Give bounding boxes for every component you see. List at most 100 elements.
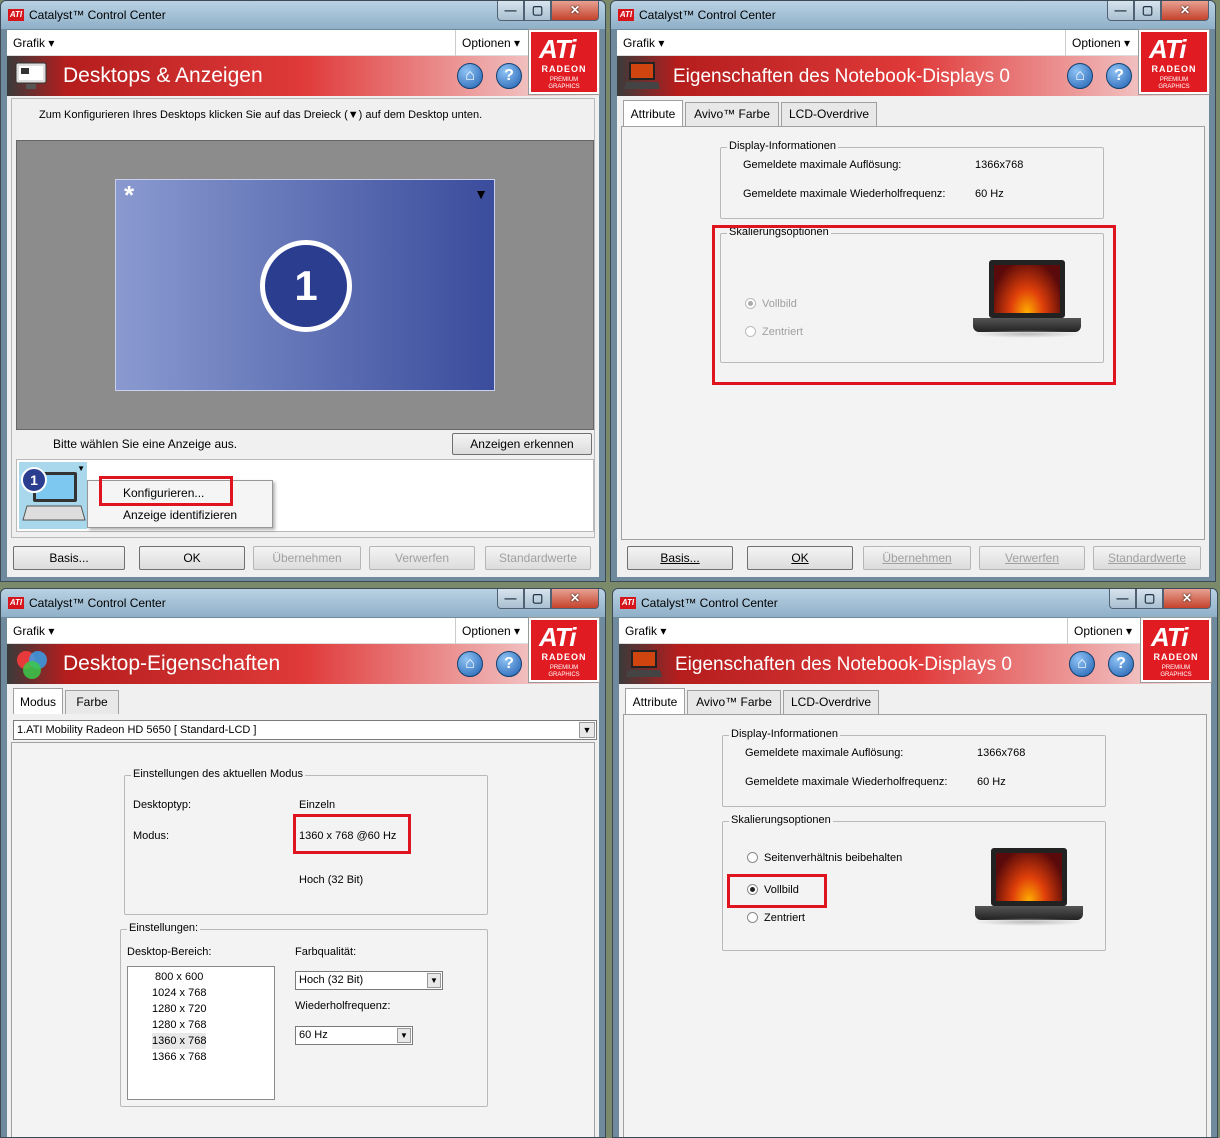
chevron-down-icon[interactable]: ▼ [427,973,441,988]
help-icon[interactable]: ? [496,651,522,677]
menu-optionen[interactable]: Optionen ▾ [1072,36,1130,50]
title-bar[interactable]: ATI Catalyst™ Control Center — ▢ ✕ [613,589,1217,617]
close-button[interactable]: ✕ [551,589,599,609]
ati-small-icon: ATI [620,597,636,609]
apply-button[interactable]: Übernehmen [863,546,971,570]
maximize-button[interactable]: ▢ [524,589,551,609]
basis-button[interactable]: Basis... [627,546,733,570]
tab-modus[interactable]: Modus [13,688,63,714]
defaults-button[interactable]: Standardwerte [1093,546,1201,570]
desktop-1[interactable]: * ▼ 1 [115,179,495,391]
page-title: Eigenschaften des Notebook-Displays 0 [675,654,1012,675]
tab-panel: Einstellungen des aktuellen Modus Deskto… [11,742,595,1137]
close-button[interactable]: ✕ [1161,1,1209,21]
desktop-type-label: Desktoptyp: [133,799,192,811]
minimize-button[interactable]: — [497,1,524,21]
thumb-dropdown-icon[interactable]: ▼ [77,464,85,473]
list-item[interactable]: 1366 x 768 [152,1049,206,1065]
ati-small-icon: ATI [618,9,634,21]
menu-grafik[interactable]: Grafik ▾ [623,36,664,50]
maximize-button[interactable]: ▢ [524,1,551,21]
adapter-select[interactable]: 1.ATI Mobility Radeon HD 5650 [ Standard… [13,720,597,740]
display-info-group: Display-Informationen Gemeldete maximale… [722,728,1106,807]
desktop-type-value: Einzeln [299,799,336,811]
max-refresh-value: 60 Hz [975,188,1004,200]
detect-displays-button[interactable]: Anzeigen erkennen [452,433,592,455]
mode-label: Modus: [133,830,170,842]
ati-radeon-logo: ATi RADEON PREMIUM GRAPHICS [1139,30,1209,94]
tab-attribute[interactable]: Attribute [625,688,685,714]
ok-button[interactable]: OK [139,546,245,570]
radio-seitenverhaeltnis[interactable] [747,852,758,863]
help-icon[interactable]: ? [496,63,522,89]
minimize-button[interactable]: — [1109,589,1136,609]
primary-star: * [124,180,135,210]
menu-grafik[interactable]: Grafik ▾ [13,624,54,638]
minimize-button[interactable]: — [497,589,524,609]
basis-button[interactable]: Basis... [13,546,125,570]
list-item[interactable]: 1280 x 768 [152,1017,206,1033]
window-notebook-display-1: ATI Catalyst™ Control Center — ▢ ✕ Grafi… [610,0,1216,582]
discard-button[interactable]: Verwerfen [979,546,1085,570]
menu-bar: Grafik ▾ Optionen ▾ [619,618,1211,644]
chevron-down-icon[interactable]: ▼ [579,722,595,738]
list-item[interactable]: 1280 x 720 [152,1001,206,1017]
settings-group: Einstellungen: Desktop-Bereich: 800 x 60… [120,922,488,1107]
close-button[interactable]: ✕ [551,1,599,21]
desktop-dropdown-triangle-icon[interactable]: ▼ [474,186,488,202]
radio-zentriert[interactable] [747,912,758,923]
list-item[interactable]: 800 x 600 [152,969,206,985]
highlight-box [293,814,411,854]
menu-optionen[interactable]: Optionen ▾ [1074,624,1132,638]
tab-attribute[interactable]: Attribute [623,100,683,126]
list-item[interactable]: 1024 x 768 [152,985,206,1001]
menu-grafik[interactable]: Grafik ▾ [625,624,666,638]
button-bar: Basis... OK Übernehmen Verwerfen Standar… [617,544,1209,577]
color-depth-value: Hoch (32 Bit) [299,874,364,886]
tab-lcd-overdrive[interactable]: LCD-Overdrive [781,102,877,126]
discard-button[interactable]: Verwerfen [369,546,475,570]
tab-farbe[interactable]: Farbe [65,690,119,714]
apply-button[interactable]: Übernehmen [253,546,361,570]
title-bar[interactable]: ATI Catalyst™ Control Center — ▢ ✕ [1,589,605,617]
ati-small-icon: ATI [8,597,24,609]
home-icon[interactable]: ⌂ [457,651,483,677]
resolution-list[interactable]: 800 x 600 1024 x 768 1280 x 720 1280 x 768 1… [127,966,275,1100]
home-icon[interactable]: ⌂ [457,63,483,89]
thumb-number-badge: 1 [21,467,47,493]
tab-avivo-farbe[interactable]: Avivo™ Farbe [685,102,779,126]
group-legend: Display-Informationen [729,728,840,740]
maximize-button[interactable]: ▢ [1134,1,1161,21]
maximize-button[interactable]: ▢ [1136,589,1163,609]
color-quality-select[interactable]: Hoch (32 Bit) ▼ [295,971,443,990]
color-circles-icon [17,651,47,679]
defaults-button[interactable]: Standardwerte [485,546,591,570]
title-bar[interactable]: ATI Catalyst™ Control Center — ▢ ✕ [611,1,1215,29]
display-thumbnail[interactable]: 1 ▼ [19,462,87,529]
window-title: Catalyst™ Control Center [29,596,166,610]
chevron-down-icon[interactable]: ▼ [397,1028,411,1043]
home-icon[interactable]: ⌂ [1067,63,1093,89]
menu-optionen[interactable]: Optionen ▾ [462,36,520,50]
group-legend: Skalierungsoptionen [729,814,833,826]
close-button[interactable]: ✕ [1163,589,1211,609]
title-bar[interactable]: ATI Catalyst™ Control Center — ▢ ✕ [1,1,605,29]
ok-button[interactable]: OK [747,546,853,570]
home-icon[interactable]: ⌂ [1069,651,1095,677]
highlight-box [712,225,1116,385]
menu-optionen[interactable]: Optionen ▾ [462,624,520,638]
tab-panel: Display-Informationen Gemeldete maximale… [621,126,1205,540]
list-item[interactable]: 1360 x 768 [152,1033,207,1049]
tab-avivo-farbe[interactable]: Avivo™ Farbe [687,690,781,714]
menu-item-anzeige-identifizieren[interactable]: Anzeige identifizieren [123,508,237,522]
menu-grafik[interactable]: Grafik ▾ [13,36,54,50]
color-quality-label: Farbqualität: [295,946,357,958]
help-icon[interactable]: ? [1108,651,1134,677]
minimize-button[interactable]: — [1107,1,1134,21]
refresh-rate-select[interactable]: 60 Hz ▼ [295,1026,413,1045]
help-icon[interactable]: ? [1106,63,1132,89]
refresh-rate-label: Wiederholfrequenz: [295,1000,391,1012]
page-banner: Desktop-Eigenschaften ⌂ ? [7,644,599,684]
monitor-icon [15,62,47,89]
tab-lcd-overdrive[interactable]: LCD-Overdrive [783,690,879,714]
